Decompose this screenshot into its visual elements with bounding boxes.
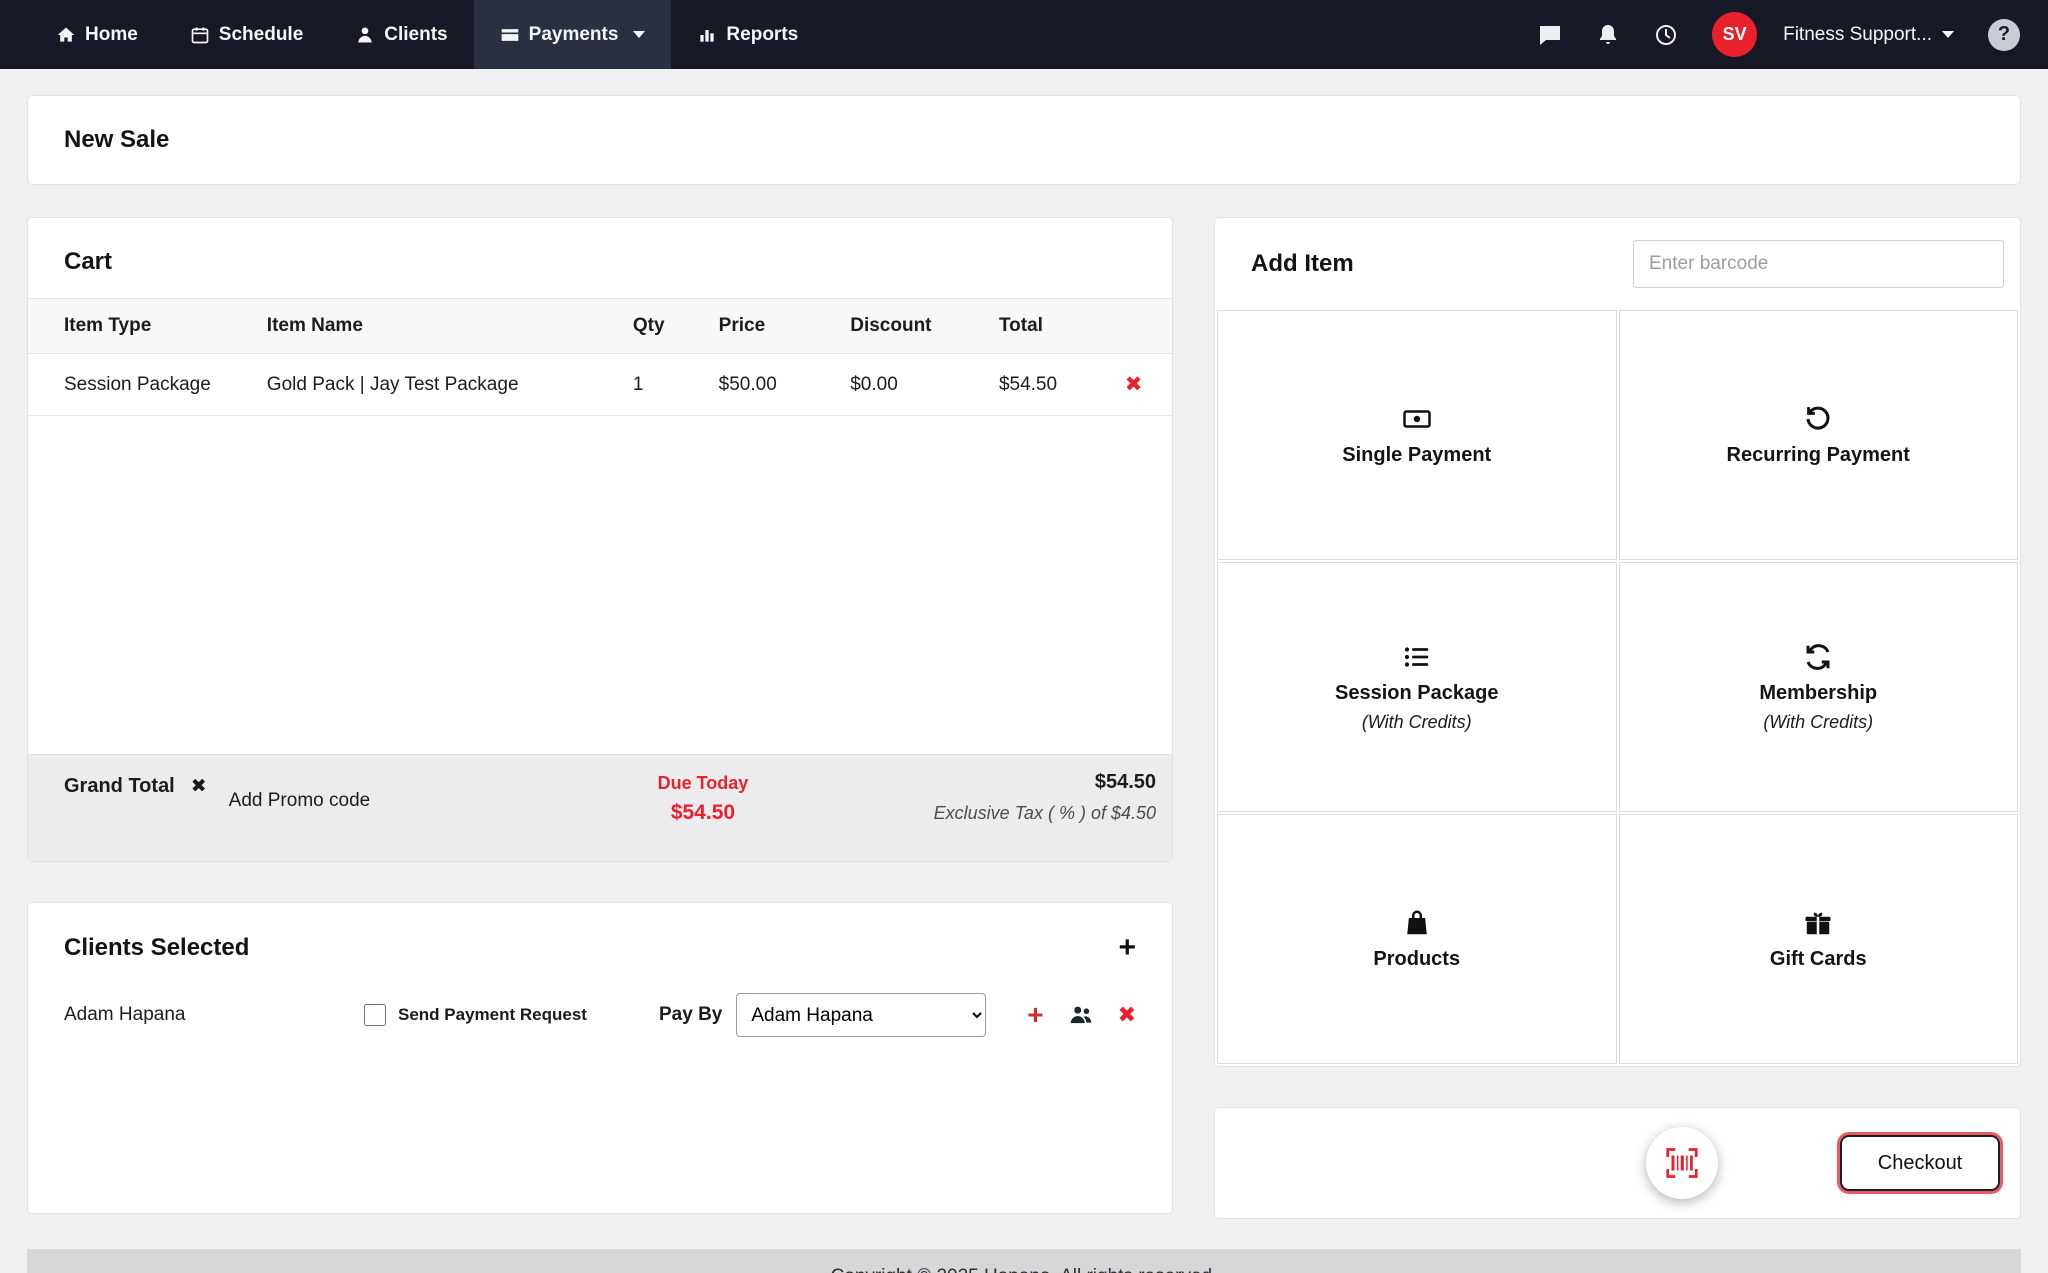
chevron-down-icon	[1942, 31, 1954, 38]
clients-empty-area	[28, 1063, 1172, 1213]
nav-item-home[interactable]: Home	[30, 0, 164, 69]
cart-item-type: Session Package	[28, 354, 257, 416]
clients-selected-title: Clients Selected	[64, 934, 249, 962]
column-header-qty: Qty	[623, 299, 709, 354]
nav-label: Payments	[529, 24, 619, 46]
nav-label: Clients	[384, 24, 447, 46]
add-item-card: Add Item Single Payment	[1214, 217, 2021, 1067]
cart-item-discount: $0.00	[840, 354, 989, 416]
clock-icon[interactable]	[1654, 23, 1678, 47]
pay-by-select[interactable]: Adam Hapana	[736, 993, 986, 1037]
remove-item-icon[interactable]: ✖	[1125, 373, 1143, 396]
cart-item-name: Gold Pack | Jay Test Package	[257, 354, 623, 416]
account-menu[interactable]: Fitness Support...	[1783, 24, 1954, 46]
nav-item-reports[interactable]: Reports	[671, 0, 824, 69]
people-icon[interactable]	[1068, 1002, 1094, 1028]
cart-row: Session Package Gold Pack | Jay Test Pac…	[28, 354, 1172, 416]
nav-item-clients[interactable]: Clients	[329, 0, 473, 69]
rotate-ccw-icon	[1803, 404, 1833, 434]
calendar-icon	[190, 25, 210, 45]
gift-icon	[1803, 908, 1833, 938]
main-content: New Sale Cart Item Type Item Name Qty Pr…	[0, 69, 2048, 1273]
column-header-discount: Discount	[840, 299, 989, 354]
tile-gift-cards[interactable]: Gift Cards	[1619, 814, 2019, 1064]
clients-selected-card: Clients Selected + Adam Hapana Send Paym…	[27, 902, 1173, 1214]
shopping-bag-icon	[1402, 908, 1432, 938]
nav-label: Schedule	[219, 24, 303, 46]
column-header-item-name: Item Name	[257, 299, 623, 354]
tile-session-package[interactable]: Session Package (With Credits)	[1217, 562, 1617, 812]
barcode-input[interactable]	[1633, 240, 2004, 288]
client-name: Adam Hapana	[64, 1004, 364, 1026]
cart-title: Cart	[64, 248, 112, 276]
list-icon	[1402, 642, 1432, 672]
copyright-text: Copyright © 2025 Hapana. All rights rese…	[831, 1266, 1218, 1273]
grand-total-amount: $54.50	[934, 771, 1156, 794]
due-today-amount: $54.50	[658, 801, 749, 825]
new-sale-card: New Sale	[27, 95, 2021, 185]
send-payment-request-label: Send Payment Request	[398, 1005, 587, 1025]
banknote-icon	[1402, 404, 1432, 434]
barcode-icon	[1664, 1145, 1700, 1181]
credit-card-icon	[500, 25, 520, 45]
client-row: Adam Hapana Send Payment Request Pay By …	[28, 985, 1172, 1063]
add-item-tiles: Single Payment Recurring Payment	[1215, 310, 2020, 1066]
bell-icon[interactable]	[1596, 23, 1620, 47]
sync-icon	[1803, 642, 1833, 672]
add-promo-code-link[interactable]: Add Promo code	[229, 790, 371, 812]
grand-total-label: Grand Total	[64, 775, 175, 798]
add-client-button[interactable]: +	[1118, 933, 1136, 963]
chat-icon[interactable]	[1538, 23, 1562, 47]
account-name: Fitness Support...	[1783, 24, 1932, 46]
add-payer-icon[interactable]: +	[1027, 1001, 1043, 1029]
clear-cart-icon[interactable]: ✖	[191, 775, 207, 798]
tile-products[interactable]: Products	[1217, 814, 1617, 1064]
column-header-price: Price	[709, 299, 841, 354]
tile-single-payment[interactable]: Single Payment	[1217, 310, 1617, 560]
person-icon	[355, 25, 375, 45]
column-header-total: Total	[989, 299, 1115, 354]
nav-label: Reports	[726, 24, 798, 46]
avatar[interactable]: SV	[1712, 12, 1757, 57]
cart-empty-area	[28, 416, 1172, 754]
cart-table: Item Type Item Name Qty Price Discount T…	[28, 298, 1172, 416]
footer: Copyright © 2025 Hapana. All rights rese…	[27, 1249, 2021, 1273]
navbar-actions: SV Fitness Support... ?	[1538, 0, 2048, 69]
cart-item-price: $50.00	[709, 354, 841, 416]
cart-item-qty: 1	[623, 354, 709, 416]
grand-total-section: Grand Total ✖ Add Promo code Due Today $…	[28, 754, 1172, 861]
tile-recurring-payment[interactable]: Recurring Payment	[1619, 310, 2019, 560]
tile-membership[interactable]: Membership (With Credits)	[1619, 562, 2019, 812]
barcode-scan-button[interactable]	[1646, 1127, 1718, 1199]
main-nav: Home Schedule Clients Payments Report	[0, 0, 824, 69]
nav-label: Home	[85, 24, 138, 46]
due-today-label: Due Today	[658, 773, 749, 794]
top-navbar: Home Schedule Clients Payments Report	[0, 0, 2048, 69]
nav-item-schedule[interactable]: Schedule	[164, 0, 329, 69]
checkout-button[interactable]: Checkout	[1840, 1135, 2000, 1191]
checkout-bar: Checkout	[1214, 1107, 2021, 1219]
pay-by-label: Pay By	[659, 1004, 722, 1026]
add-item-title: Add Item	[1251, 250, 1354, 278]
send-payment-request-checkbox[interactable]	[364, 1004, 386, 1026]
help-icon[interactable]: ?	[1988, 19, 2020, 51]
home-icon	[56, 25, 76, 45]
page-title: New Sale	[64, 126, 1984, 154]
nav-item-payments[interactable]: Payments	[474, 0, 672, 69]
bar-chart-icon	[697, 25, 717, 45]
chevron-down-icon	[633, 31, 645, 38]
remove-client-icon[interactable]: ✖	[1118, 1002, 1136, 1028]
tax-note: Exclusive Tax ( % ) of $4.50	[934, 803, 1156, 824]
column-header-item-type: Item Type	[28, 299, 257, 354]
cart-card: Cart Item Type Item Name Qty Price Disco…	[27, 217, 1173, 862]
cart-item-total: $54.50	[989, 354, 1115, 416]
